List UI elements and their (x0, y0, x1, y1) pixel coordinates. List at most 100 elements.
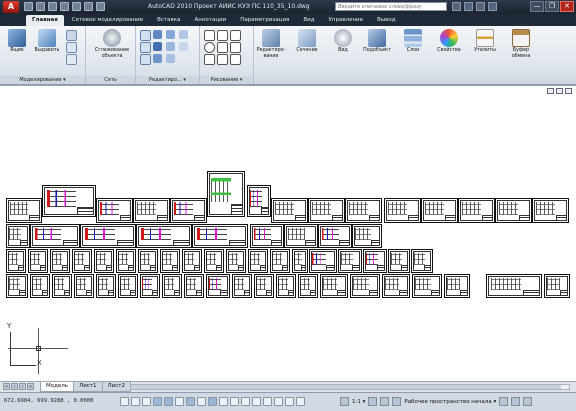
group-title-solid-editing[interactable]: Редактиро... ▾ (136, 76, 199, 84)
tab-sheet2[interactable]: Лист2 (101, 382, 131, 392)
layout-icon[interactable] (252, 397, 261, 406)
horizontal-scrollbar[interactable] (130, 384, 570, 390)
annotation-scale-icon[interactable] (340, 397, 349, 406)
prev-layout-icon[interactable]: ‹ (11, 383, 18, 390)
union-solid-icon[interactable] (140, 30, 151, 41)
annotation-visibility-icon[interactable] (368, 397, 378, 406)
plot-icon[interactable] (84, 2, 93, 11)
model-space-icon[interactable] (241, 397, 250, 406)
lineweight-icon[interactable] (219, 397, 228, 406)
tab-home[interactable]: Главная (26, 15, 64, 26)
polygon-icon[interactable] (217, 42, 228, 53)
pan-icon[interactable] (263, 397, 272, 406)
tab-output[interactable]: Вывод (371, 15, 402, 26)
tab-parametric[interactable]: Параметризация (234, 15, 295, 26)
favorites-star-icon[interactable] (476, 2, 485, 11)
utilities-button[interactable]: Утилиты (470, 29, 500, 54)
check-icon[interactable] (179, 42, 188, 51)
grid-display-icon[interactable] (131, 397, 140, 406)
snap-mode-icon[interactable] (120, 397, 129, 406)
intersect-icon[interactable] (166, 30, 175, 39)
rectangle-icon[interactable] (230, 42, 241, 53)
tab-mesh-modeling[interactable]: Сетевое моделирование (66, 15, 149, 26)
arc-icon[interactable] (230, 30, 241, 41)
isolate-objects-icon[interactable] (511, 397, 521, 406)
steering-wheel-icon[interactable] (285, 397, 294, 406)
redo-icon[interactable] (72, 2, 81, 11)
object-snap-icon[interactable] (164, 397, 173, 406)
layers-button[interactable]: Слои (398, 29, 428, 54)
group-title-modeling[interactable]: Моделирование ▾ (0, 76, 85, 84)
edit-view-button[interactable]: Редактиро-вание (256, 29, 286, 59)
new-file-icon[interactable] (24, 2, 33, 11)
hatch-icon[interactable] (204, 54, 215, 65)
circle-icon[interactable] (204, 42, 215, 53)
open-file-icon[interactable] (36, 2, 45, 11)
zoom-icon[interactable] (274, 397, 283, 406)
search-input[interactable] (335, 2, 447, 11)
tab-manage[interactable]: Управление (323, 15, 370, 26)
close-drawing-icon[interactable] (565, 88, 572, 94)
first-layout-icon[interactable]: « (3, 383, 10, 390)
tab-view[interactable]: Вид (297, 15, 320, 26)
object-snap-tracking-icon[interactable] (186, 397, 195, 406)
minimize-button[interactable]: — (530, 1, 544, 12)
line-icon[interactable] (204, 30, 215, 41)
slice-icon[interactable] (66, 54, 77, 65)
tab-model[interactable]: Модель (40, 382, 75, 392)
3d-object-snap-icon[interactable] (175, 397, 184, 406)
lock-icon[interactable] (499, 397, 509, 406)
offset-faces-icon[interactable] (166, 54, 175, 63)
union-icon[interactable] (66, 30, 77, 41)
workspace-switch-icon[interactable] (392, 397, 402, 406)
tab-annotate[interactable]: Аннотации (188, 15, 232, 26)
subtract-icon[interactable] (153, 30, 162, 39)
tab-sheet1[interactable]: Лист1 (73, 382, 103, 392)
minimize-drawing-icon[interactable] (547, 88, 554, 94)
close-button[interactable]: ✕ (560, 1, 574, 12)
taper-faces-icon[interactable] (153, 54, 162, 63)
next-layout-icon[interactable]: › (19, 383, 26, 390)
section-button[interactable]: Сечение (292, 29, 322, 54)
ortho-mode-icon[interactable] (142, 397, 151, 406)
search-icon[interactable] (452, 2, 461, 11)
maximize-button[interactable]: ❐ (545, 1, 559, 12)
spline-icon[interactable] (217, 54, 228, 65)
quick-properties-icon[interactable] (230, 397, 239, 406)
drawing-viewport[interactable]: Y X (0, 85, 576, 382)
imprint-icon[interactable] (140, 54, 151, 65)
restore-drawing-icon[interactable] (556, 88, 563, 94)
scrollbar-thumb[interactable] (131, 385, 561, 389)
extrude-button[interactable]: Выдавить (32, 29, 62, 54)
separate-icon[interactable] (166, 42, 175, 51)
communication-center-icon[interactable] (464, 2, 473, 11)
showmotion-icon[interactable] (296, 397, 305, 406)
ellipse-icon[interactable] (230, 54, 241, 65)
workspace-dropdown-icon[interactable] (96, 2, 105, 11)
dynamic-input-icon[interactable] (208, 397, 217, 406)
shell-icon[interactable] (179, 30, 188, 39)
last-layout-icon[interactable]: » (27, 383, 34, 390)
polar-tracking-icon[interactable] (153, 397, 162, 406)
autoscale-icon[interactable] (380, 397, 390, 406)
application-menu-button[interactable]: A (3, 1, 19, 13)
save-icon[interactable] (48, 2, 57, 11)
workspace-selector[interactable]: Рабочее пространство начала ▾ (404, 399, 496, 405)
extract-edges-icon[interactable] (153, 42, 162, 51)
clean-screen-icon[interactable] (523, 397, 533, 406)
dynamic-ucs-icon[interactable] (197, 397, 206, 406)
properties-button[interactable]: Свойства (434, 29, 464, 54)
smooth-object-button[interactable]: Сглаживание объекта (94, 29, 130, 59)
annotation-scale-value[interactable]: 1:1 ▾ (352, 399, 365, 405)
tab-insert[interactable]: Вставка (151, 15, 186, 26)
fillet-edge-icon[interactable] (140, 42, 151, 53)
polyline-icon[interactable] (217, 30, 228, 41)
box-button[interactable]: Ящик (2, 29, 32, 54)
help-icon[interactable] (488, 2, 497, 11)
view-button[interactable]: Вид (328, 29, 358, 54)
clipboard-button[interactable]: Буфер обмена (506, 29, 536, 59)
press-pull-icon[interactable] (66, 42, 77, 53)
subobject-button[interactable]: Подобъект (362, 29, 392, 54)
undo-icon[interactable] (60, 2, 69, 11)
group-title-draw[interactable]: Рисование ▾ (200, 76, 253, 84)
